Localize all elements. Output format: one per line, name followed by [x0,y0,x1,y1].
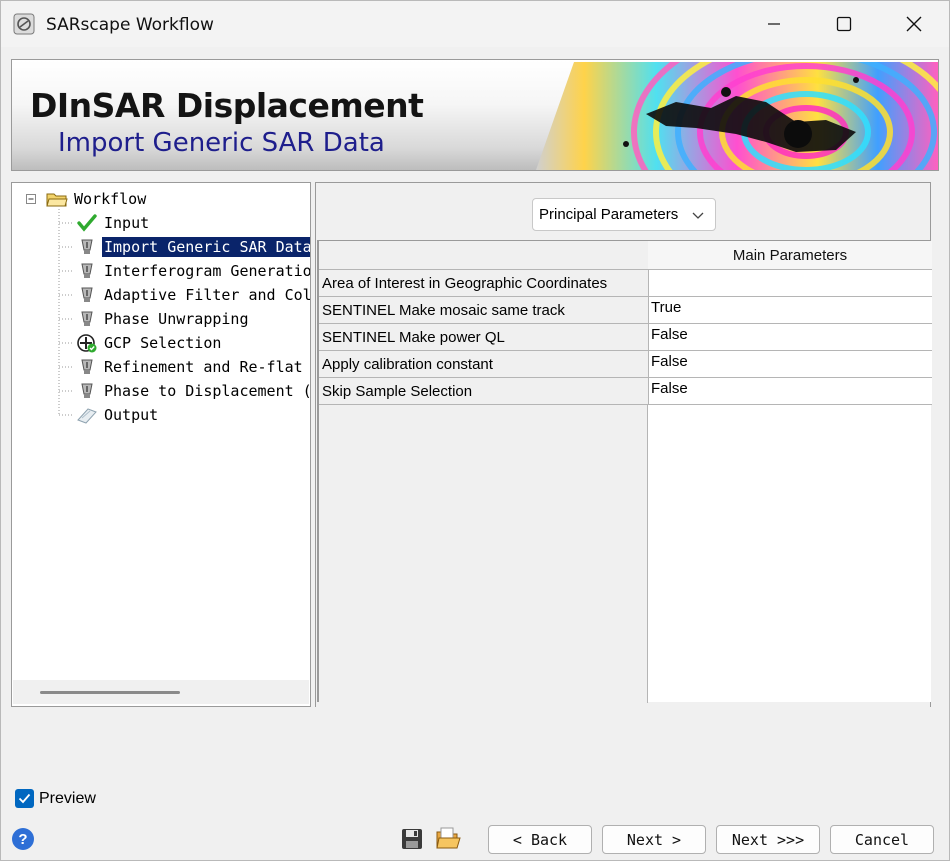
table-row: Apply calibration constant False [319,351,932,378]
parameter-value[interactable]: False [648,324,932,351]
tree-item-output[interactable]: Output [76,403,160,427]
next-button[interactable]: Next > [602,825,706,854]
table-row: SENTINEL Make power QL False [319,324,932,351]
workflow-banner: DInSAR Displacement Import Generic SAR D… [11,59,939,171]
dropdown-selected-value: Principal Parameters [539,206,679,223]
tool-icon [76,357,98,377]
table-row: SENTINEL Make mosaic same track True [319,297,932,324]
parameter-name: SENTINEL Make power QL [319,324,648,351]
preview-label: Preview [39,789,96,807]
parameter-name: SENTINEL Make mosaic same track [319,297,648,324]
cancel-button[interactable]: Cancel [830,825,934,854]
parameter-value[interactable]: False [648,351,932,378]
tree-item-label: Phase to Displacement ( [104,382,311,400]
tree-item-label: Phase Unwrapping [104,310,249,328]
parameters-table: Main Parameters Area of Interest in Geog… [317,240,932,703]
tool-icon [76,285,98,305]
help-icon[interactable]: ? [12,828,34,850]
interferogram-image [536,62,938,170]
checkbox-checked-icon[interactable] [15,789,34,808]
parameter-name: Area of Interest in Geographic Coordinat… [319,270,648,297]
tree-item-interferogram-generation[interactable]: Interferogram Generation [76,259,311,283]
banner-title: DInSAR Displacement [30,86,424,125]
maximize-icon [836,16,852,32]
tree-item-phase-unwrapping[interactable]: Phase Unwrapping [76,307,251,331]
folder-open-icon [46,189,68,209]
tree-item-refinement[interactable]: Refinement and Re-flat [76,355,305,379]
tree-item-label: Interferogram Generation [104,262,311,280]
banner-subtitle: Import Generic SAR Data [58,128,385,158]
parameters-panel: Principal Parameters Main Parameters Are… [315,182,932,707]
parameter-value[interactable]: True [648,297,932,324]
tree-item-label: Input [104,214,150,232]
parameters-dropdown[interactable]: Principal Parameters [532,198,716,231]
back-button[interactable]: < Back [488,825,592,854]
close-button[interactable] [891,1,937,47]
close-icon [906,16,922,32]
scrollbar-thumb[interactable] [40,691,180,694]
tree-item-gcp-selection[interactable]: GCP Selection [76,331,223,355]
tree-item-label: Import Generic SAR Data [102,237,310,257]
tree-item-label: Adaptive Filter and Col [104,286,311,304]
parameter-value[interactable]: False [648,378,932,405]
maximize-button[interactable] [821,1,867,47]
tree-item-import-generic-sar-data[interactable]: Import Generic SAR Data [76,235,310,259]
tool-icon [76,381,98,401]
workflow-tree: Workflow Input Import Generic SAR Data I… [11,182,311,707]
tree-item-workflow[interactable]: Workflow [46,187,148,211]
save-icon[interactable] [401,827,423,851]
tree-item-label: Workflow [74,190,147,208]
tool-icon [76,237,98,257]
minimize-button[interactable] [751,1,797,47]
sarscape-workflow-window: SARscape Workflow DInSAR Displacement Im… [0,0,950,861]
tree-item-input[interactable]: Input [76,211,151,235]
tree-item-label: GCP Selection [104,334,222,352]
open-folder-icon[interactable] [435,825,461,851]
window-title: SARscape Workflow [46,15,214,35]
next-to-end-button[interactable]: Next >>> [716,825,820,854]
parameter-value[interactable] [648,270,932,297]
gcp-icon [76,333,98,353]
title-bar: SARscape Workflow [1,1,949,47]
parameter-name: Apply calibration constant [319,351,648,378]
tree-item-adaptive-filter[interactable]: Adaptive Filter and Col [76,283,311,307]
app-icon [13,13,35,35]
table-row: Area of Interest in Geographic Coordinat… [319,270,932,297]
parameter-name: Skip Sample Selection [319,378,648,405]
tree-horizontal-scrollbar[interactable] [13,680,309,704]
tree-item-phase-to-displacement[interactable]: Phase to Displacement ( [76,379,311,403]
check-icon [76,213,98,233]
value-column-header: Main Parameters [648,241,932,270]
table-row: Skip Sample Selection False [319,378,932,405]
output-icon [76,405,98,425]
preview-checkbox[interactable]: Preview [15,789,96,808]
minimize-icon [768,23,780,25]
chevron-down-icon [692,212,704,219]
tree-item-label: Refinement and Re-flat [104,358,303,376]
tool-icon [76,309,98,329]
name-column-header [319,241,648,270]
tree-item-label: Output [104,406,159,424]
tool-icon [76,261,98,281]
